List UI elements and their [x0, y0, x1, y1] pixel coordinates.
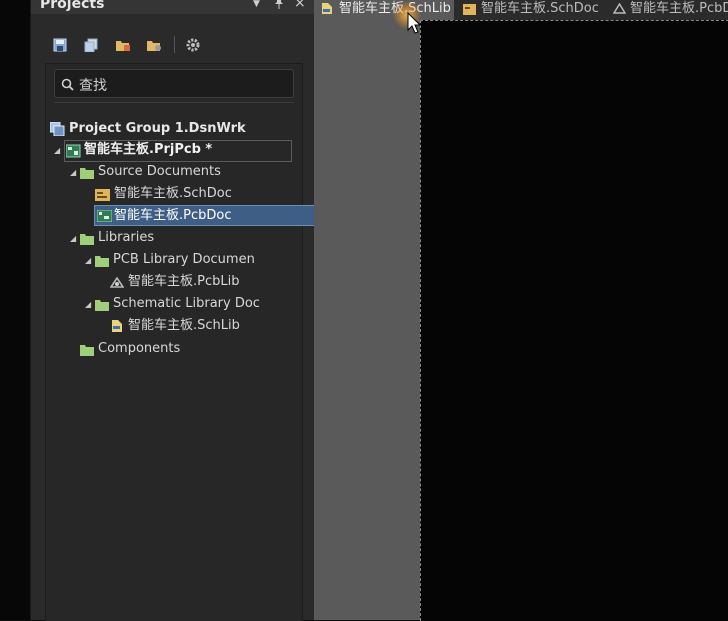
mouse-cursor-icon [407, 11, 422, 38]
tree-folder-components[interactable]: Components [80, 339, 280, 359]
open-folder-icon[interactable] [115, 37, 130, 51]
folder-icon [80, 343, 94, 363]
workspace-margin [314, 20, 420, 620]
document-label: 智能车主板.SchLib [128, 318, 240, 333]
search-placeholder: 查找 [79, 78, 107, 94]
gear-icon[interactable] [186, 37, 200, 52]
pin-icon[interactable] [274, 0, 284, 12]
folder-settings-icon[interactable] [146, 37, 161, 51]
tree-folder-schematic-library[interactable]: Schematic Library Doc [95, 294, 295, 314]
project-group-label: Project Group 1.DsnWrk [69, 121, 246, 136]
tree-item-project-group[interactable]: Project Group 1.DsnWrk [49, 119, 290, 139]
folder-label: PCB Library Documen [113, 252, 255, 267]
panel-title: Projects [40, 0, 105, 12]
schematic-library-icon [321, 2, 333, 20]
left-edge [0, 0, 30, 620]
folder-icon [95, 298, 109, 318]
expand-arrow-icon[interactable]: ◢ [70, 234, 76, 243]
pcb-document-icon [96, 209, 113, 228]
tree-folder-pcb-library[interactable]: PCB Library Documen [95, 250, 295, 270]
search-field[interactable]: 查找 [54, 69, 294, 98]
document-label: 智能车主板.SchDoc [114, 186, 232, 201]
search-icon [61, 76, 74, 95]
toolbar-separator [174, 36, 175, 53]
folder-icon [95, 254, 109, 274]
folder-label: Schematic Library Doc [113, 296, 260, 311]
expand-arrow-icon[interactable]: ◢ [54, 146, 60, 155]
projects-panel: Projects ▼ × 查找 Project Group 1.DsnWrk ◢… [30, 0, 325, 621]
folder-label: Components [98, 341, 181, 356]
expand-arrow-icon[interactable]: ◢ [85, 300, 91, 309]
tree-item-project[interactable]: 智能车主板.PrjPcb * [64, 140, 292, 162]
expand-arrow-icon[interactable]: ◢ [70, 168, 76, 177]
tab-schlib[interactable]: 智能车主板.SchLib [314, 0, 454, 20]
folder-icon [80, 232, 94, 252]
tab-label: 智能车主板.PcbDoc [630, 1, 728, 16]
document-label: 智能车主板.PcbLib [128, 274, 240, 289]
tree-item-schlib[interactable]: 智能车主板.SchLib [110, 316, 290, 336]
tab-schdoc[interactable]: 智能车主板.SchDoc [461, 0, 604, 20]
tree-folder-source-documents[interactable]: Source Documents [80, 162, 280, 182]
document-label: 智能车主板.PcbDoc [114, 208, 232, 223]
schematic-library-icon [110, 319, 124, 340]
tab-pcbdoc[interactable]: 智能车主板.PcbDoc [611, 0, 728, 20]
folder-label: Source Documents [98, 164, 221, 179]
tree-folder-libraries[interactable]: Libraries [80, 228, 280, 248]
panel-header: Projects ▼ × [31, 0, 315, 14]
project-label: 智能车主板.PrjPcb * [84, 142, 213, 157]
workspace-icon [49, 121, 65, 143]
tree-item-schdoc[interactable]: 智能车主板.SchDoc [95, 184, 295, 204]
schematic-library-canvas[interactable] [420, 20, 728, 621]
copy-icon[interactable] [84, 37, 98, 53]
pcb-library-icon [109, 276, 125, 296]
project-tree-container: 查找 Project Group 1.DsnWrk ◢ 智能车主板.PrjPcb… [45, 63, 325, 621]
pcb-library-icon [612, 2, 627, 20]
folder-label: Libraries [98, 230, 155, 245]
schematic-document-icon [463, 3, 476, 20]
panel-menu-icon[interactable]: ▼ [253, 0, 260, 9]
document-tab-bar: 智能车主板.SchLib 智能车主板.SchDoc 智能车主板.PcbDoc [314, 0, 728, 20]
expand-arrow-icon[interactable]: ◢ [85, 256, 91, 265]
close-panel-icon[interactable]: × [294, 0, 306, 11]
save-icon[interactable] [53, 37, 67, 52]
tab-label: 智能车主板.SchDoc [481, 1, 599, 16]
folder-icon [80, 166, 94, 186]
tree-item-pcblib[interactable]: 智能车主板.PcbLib [109, 272, 290, 292]
tree-item-pcbdoc[interactable]: 智能车主板.PcbDoc [94, 205, 325, 226]
pcb-project-icon [65, 144, 81, 165]
divider [54, 102, 294, 103]
